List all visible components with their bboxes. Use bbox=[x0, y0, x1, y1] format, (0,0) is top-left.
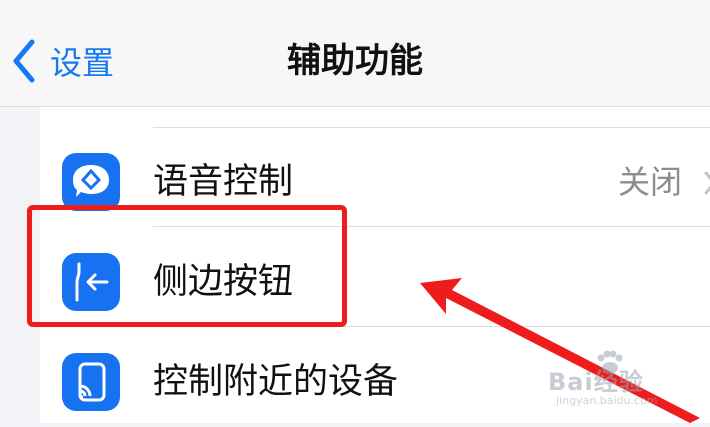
watermark: Bai经验 jingyan.baidu.com bbox=[548, 350, 708, 410]
watermark-url: jingyan.baidu.com bbox=[556, 394, 658, 407]
watermark-brand: Bai经验 bbox=[548, 368, 644, 396]
